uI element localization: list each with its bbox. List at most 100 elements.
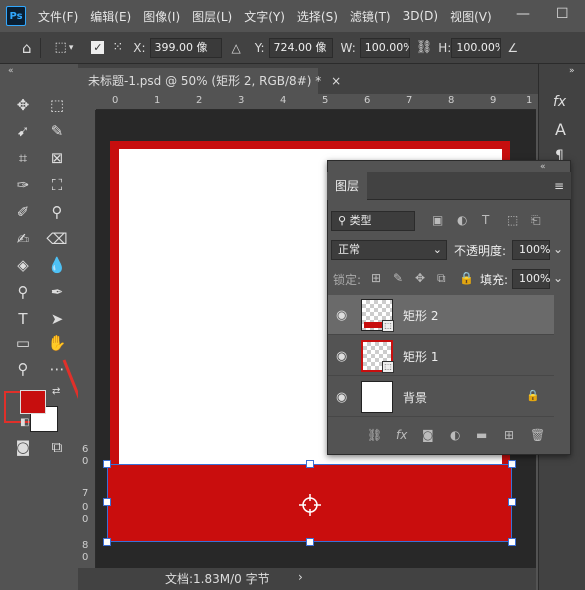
move-options-icon[interactable]: ⬚: [55, 40, 67, 55]
layer-style-fx-icon[interactable]: fx: [396, 428, 407, 442]
screen-mode-icon[interactable]: ⧉: [45, 436, 69, 458]
y-label: Y:: [254, 40, 265, 55]
crop-tool-icon[interactable]: ⌗: [11, 147, 35, 169]
lasso-tool-icon[interactable]: ➹: [11, 120, 35, 142]
panel-menu-icon[interactable]: ≡: [554, 179, 564, 193]
stamp-tool-icon[interactable]: ⚲: [45, 201, 69, 223]
menu-layer[interactable]: 图层(L): [192, 8, 232, 25]
minimize-button[interactable]: —: [516, 6, 530, 22]
blend-mode-select[interactable]: 正常 ⌄: [331, 240, 447, 260]
lock-pixels-icon[interactable]: ✎: [393, 271, 403, 285]
visibility-eye-icon[interactable]: ◉: [336, 308, 347, 323]
quick-select-tool-icon[interactable]: ✎: [45, 120, 69, 142]
marquee-tool-icon[interactable]: ⬚: [45, 94, 69, 116]
w-field[interactable]: 100.00%: [359, 37, 410, 58]
add-mask-icon[interactable]: ◙: [422, 428, 434, 442]
link-layers-icon[interactable]: ⛓: [367, 428, 382, 442]
transform-handle[interactable]: [306, 538, 314, 546]
default-colors-icon[interactable]: ◧: [20, 417, 29, 428]
opacity-dropdown-icon[interactable]: ⌄: [553, 242, 563, 256]
filter-pixel-icon[interactable]: ▣: [432, 213, 443, 227]
reference-point-icon[interactable]: ⁙: [112, 40, 123, 55]
transform-handle[interactable]: [508, 538, 516, 546]
fill-dropdown-icon[interactable]: ⌄: [553, 271, 563, 285]
lock-all-icon[interactable]: 🔒: [459, 271, 474, 285]
paint-bucket-tool-icon[interactable]: ◈: [11, 254, 35, 276]
checkbox-icon[interactable]: ✓: [91, 41, 105, 54]
eyedropper-tool-icon[interactable]: ✑: [11, 174, 35, 196]
layer-row-background[interactable]: ◉ 背景 🔒: [328, 377, 554, 417]
adjustment-layer-icon[interactable]: ◐: [450, 428, 460, 442]
fill-field[interactable]: 100%: [512, 269, 550, 289]
frame-tool-icon[interactable]: ⊠: [45, 147, 69, 169]
brush-tool-icon[interactable]: ✐: [11, 201, 35, 223]
layer-filter-select[interactable]: ⚲ 类型: [331, 211, 415, 231]
delete-layer-icon[interactable]: 🗑: [530, 428, 545, 442]
zoom-tool-icon[interactable]: ⚲: [11, 358, 35, 380]
menu-view[interactable]: 视图(V): [450, 8, 492, 25]
hand-tool-icon[interactable]: ✋: [45, 332, 69, 354]
lock-transparent-icon[interactable]: ⊞: [371, 271, 381, 285]
menu-3d[interactable]: 3D(D): [403, 9, 438, 23]
patch-tool-icon[interactable]: ⛶: [45, 174, 69, 196]
transform-handle[interactable]: [508, 460, 516, 468]
layer-name: 矩形 1: [403, 350, 439, 364]
foreground-color-swatch[interactable]: [20, 390, 46, 414]
rectangle-2-shape[interactable]: [107, 464, 512, 542]
layers-tab[interactable]: 图层: [327, 172, 367, 200]
fx-icon[interactable]: fx: [553, 94, 566, 110]
filter-placeholder: 类型: [349, 214, 372, 227]
path-select-tool-icon[interactable]: ➤: [45, 308, 69, 330]
document-tab[interactable]: 未标题-1.psd @ 50% (矩形 2, RGB/8#) * ×: [78, 68, 341, 94]
opacity-field[interactable]: 100%: [512, 240, 550, 260]
collapse-icon[interactable]: »: [569, 66, 575, 76]
menu-edit[interactable]: 编辑(E): [90, 8, 131, 25]
chevron-down-icon[interactable]: ▾: [69, 43, 74, 53]
close-tab-icon[interactable]: ×: [331, 74, 341, 88]
filter-smart-object-icon[interactable]: ⎗: [531, 213, 541, 228]
transform-handle[interactable]: [103, 498, 111, 506]
filter-adjustment-icon[interactable]: ◐: [457, 213, 467, 227]
character-panel-icon[interactable]: A: [555, 120, 566, 139]
eraser-tool-icon[interactable]: ⌫: [45, 228, 69, 250]
status-menu-arrow[interactable]: ›: [298, 570, 303, 584]
quick-mask-icon[interactable]: ◙: [11, 436, 35, 458]
menu-filter[interactable]: 滤镜(T): [350, 8, 391, 25]
lock-position-icon[interactable]: ✥: [415, 271, 425, 285]
transform-handle[interactable]: [103, 460, 111, 468]
layer-row-rectangle-2[interactable]: ◉ ⬚ 矩形 2: [328, 295, 554, 335]
rectangle-tool-icon[interactable]: ▭: [11, 332, 35, 354]
collapse-icon[interactable]: «: [8, 66, 14, 76]
menu-image[interactable]: 图像(I): [143, 8, 180, 25]
visibility-eye-icon[interactable]: ◉: [336, 349, 347, 364]
type-tool-icon[interactable]: T: [11, 308, 35, 330]
h-field[interactable]: 100.00%: [451, 37, 502, 58]
y-field[interactable]: 724.00 像: [268, 37, 333, 58]
link-icon[interactable]: ⛓: [416, 40, 433, 55]
move-tool-icon[interactable]: ✥: [11, 94, 35, 116]
home-icon[interactable]: ⌂: [22, 39, 32, 57]
lock-artboard-icon[interactable]: ⧉: [437, 271, 446, 286]
new-layer-icon[interactable]: ⊞: [504, 428, 514, 442]
filter-shape-icon[interactable]: ⬚: [507, 213, 518, 227]
filter-type-icon[interactable]: T: [482, 213, 489, 227]
ruler-label: 8: [82, 540, 89, 551]
menu-type[interactable]: 文字(Y): [244, 8, 285, 25]
status-bar: [78, 568, 536, 590]
dodge-tool-icon[interactable]: ⚲: [11, 281, 35, 303]
new-group-icon[interactable]: ▬: [476, 428, 487, 442]
x-field[interactable]: 399.00 像: [149, 37, 222, 58]
pen-tool-icon[interactable]: ✒: [45, 281, 69, 303]
history-brush-tool-icon[interactable]: ✍: [11, 228, 35, 250]
layer-row-rectangle-1[interactable]: ◉ ⬚ 矩形 1: [328, 336, 554, 376]
transform-handle[interactable]: [508, 498, 516, 506]
menu-select[interactable]: 选择(S): [297, 8, 338, 25]
collapse-panel-icon[interactable]: «: [540, 162, 546, 172]
blur-tool-icon[interactable]: 💧: [45, 254, 69, 276]
transform-handle[interactable]: [306, 460, 314, 468]
maximize-button[interactable]: ☐: [556, 6, 569, 22]
swap-colors-icon[interactable]: ⇄: [52, 386, 60, 397]
transform-handle[interactable]: [103, 538, 111, 546]
visibility-eye-icon[interactable]: ◉: [336, 390, 347, 405]
menu-file[interactable]: 文件(F): [38, 8, 78, 25]
